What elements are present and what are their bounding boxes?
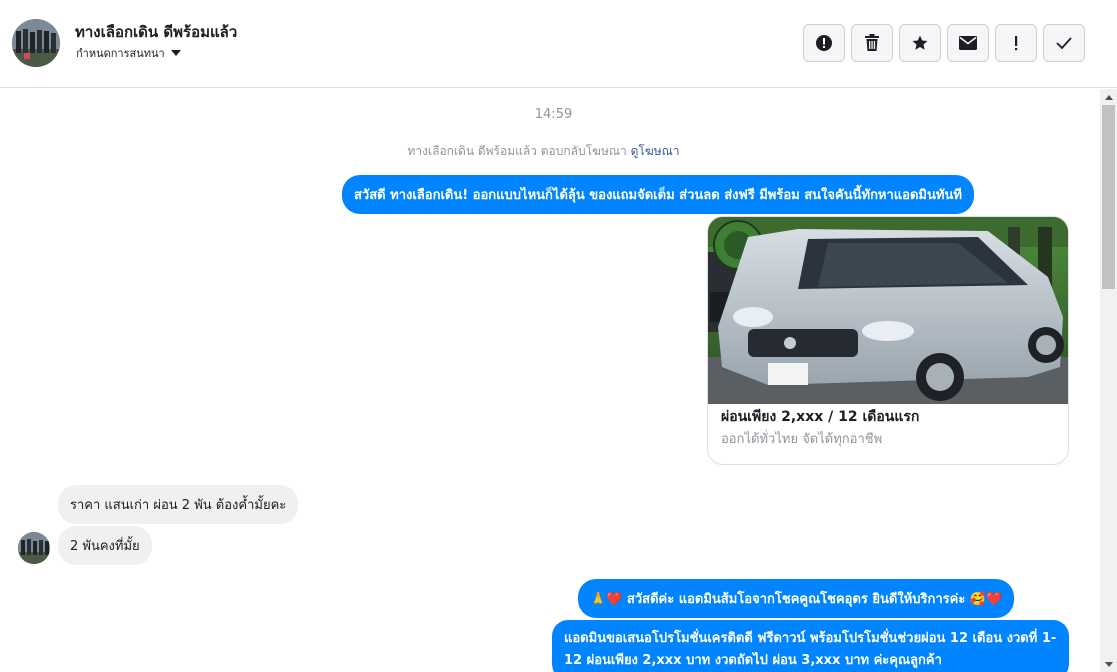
scroll-down-arrow-icon[interactable]: [1100, 656, 1117, 672]
ad-card-title: ผ่อนเพียง 2,xxx / 12 เดือนแรก: [721, 409, 920, 425]
trash-icon: [865, 34, 879, 51]
report-button[interactable]: [803, 24, 845, 62]
ad-reply-text: ทางเลือกเดิน ดีพร้อมแล้ว ตอบกลับโฆษณา: [407, 144, 627, 158]
check-icon: [1056, 37, 1072, 50]
caret-down-icon: [170, 50, 181, 56]
scroll-up-arrow-icon[interactable]: [1100, 89, 1117, 105]
mark-unread-button[interactable]: [947, 24, 989, 62]
conversation-label-text: กำหนดการสนทนา: [76, 47, 165, 60]
car-image: [708, 217, 1068, 404]
message-bubble-outgoing[interactable]: แอดมินขอเสนอโปรโมชั่นเครดิตดี ฟรีดาวน์ พ…: [552, 620, 1069, 672]
timestamp-separator: 14:59: [534, 107, 573, 122]
scrollbar-thumb[interactable]: [1102, 105, 1115, 289]
envelope-icon: [959, 36, 977, 50]
conversation-label-dropdown[interactable]: กำหนดการสนทนา: [76, 44, 181, 62]
report-icon: [816, 35, 832, 51]
conversation-title: ทางเลือกเดิน ดีพร้อมแล้ว: [75, 23, 238, 41]
message-bubble-incoming[interactable]: ราคา แสนเก่า ผ่อน 2 พัน ต้องค้ำมั้ยคะ: [58, 485, 299, 524]
ad-reply-notice: ทางเลือกเดิน ดีพร้อมแล้ว ตอบกลับโฆษณา ดู…: [0, 142, 1087, 161]
ad-card-description: ออกได้ทั่วไทย จัดได้ทุกอาชีพ: [721, 432, 883, 447]
spam-icon: [1015, 36, 1018, 51]
message-list[interactable]: 14:59 ทางเลือกเดิน ดีพร้อมแล้ว ตอบกลับโฆ…: [0, 89, 1100, 672]
conversation-actions: [803, 24, 1085, 62]
sender-avatar[interactable]: [18, 532, 50, 564]
mark-done-button[interactable]: [1043, 24, 1085, 62]
spam-button[interactable]: [995, 24, 1037, 62]
message-bubble-outgoing[interactable]: สวัสดี ทางเลือกเดิน! ออกแบบไหนก็ได้ลุ้น …: [342, 175, 974, 214]
avatar[interactable]: [12, 19, 60, 67]
view-ad-link[interactable]: ดูโฆษณา: [631, 144, 680, 158]
inbox-conversation-view: ทางเลือกเดิน ดีพร้อมแล้ว กำหนดการสนทนา 1…: [0, 0, 1117, 672]
star-button[interactable]: [899, 24, 941, 62]
scrollbar[interactable]: [1100, 89, 1117, 672]
message-bubble-outgoing[interactable]: 🙏❤️ สวัสดีค่ะ แอดมินส้มโอจากโชคคูณโชคอุด…: [578, 579, 1015, 618]
message-bubble-incoming[interactable]: 2 พันคงที่มั้ย: [58, 526, 152, 565]
conversation-header: ทางเลือกเดิน ดีพร้อมแล้ว กำหนดการสนทนา: [0, 0, 1117, 88]
delete-button[interactable]: [851, 24, 893, 62]
star-icon: [912, 35, 928, 50]
ad-preview-card[interactable]: ผ่อนเพียง 2,xxx / 12 เดือนแรก ออกได้ทั่ว…: [707, 216, 1069, 465]
